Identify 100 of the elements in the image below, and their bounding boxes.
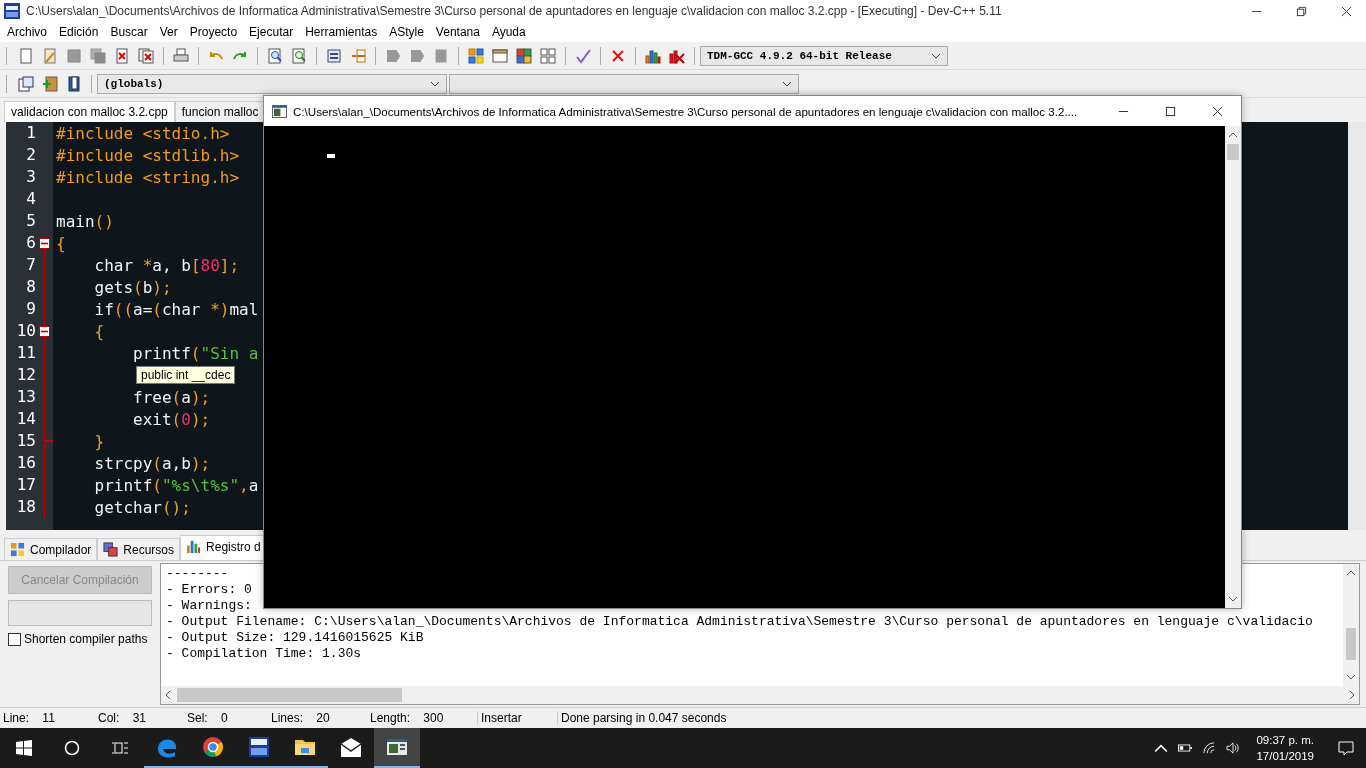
caret-icon [931, 52, 941, 59]
status-field: Col: 31 [95, 711, 184, 725]
log-line: - Warnings: [166, 598, 252, 614]
code-line: printf("%s\t%s",a [93, 475, 259, 495]
menu-item[interactable]: Edición [54, 25, 104, 39]
close-icon[interactable] [1341, 5, 1352, 17]
line-number: 9 [25, 298, 36, 320]
line-number: 16 [15, 452, 36, 474]
line-number: 4 [25, 188, 36, 210]
status-field: Sel: 0 [184, 711, 268, 725]
close-icon[interactable] [1212, 105, 1223, 117]
bar-chart-icon [186, 539, 202, 554]
code-line: char *a, b[80]; [93, 255, 240, 275]
code-line: gets(b); [93, 277, 172, 297]
caret-icon [782, 80, 792, 87]
line-number: 18 [15, 496, 36, 518]
status-field: Length: 300 [367, 711, 477, 725]
horizontal-scrollbar[interactable] [161, 686, 1359, 704]
code-line: strcpy(a,b); [93, 453, 211, 473]
app-logo-icon [4, 3, 20, 19]
line-number: 11 [15, 342, 36, 364]
menu-item[interactable]: Proyecto [184, 25, 243, 39]
console-title: C:\Users\alan_\Documents\Archivos de Informatica Administrativa\Semestre 3\Curso personal de apuntadores en lenguaje c\validacion con malloc 3.2.... [293, 104, 1078, 118]
vertical-scrollbar[interactable] [1225, 126, 1241, 608]
text-cursor [327, 154, 335, 158]
scroll-thumb[interactable] [1227, 144, 1239, 160]
checkbox[interactable] [8, 632, 21, 646]
window-icon[interactable] [16, 73, 36, 94]
line-number: 10 [15, 320, 36, 342]
wifi-icon[interactable] [1202, 742, 1217, 754]
menu-item[interactable]: AStyle [384, 25, 429, 39]
code-line: main() [55, 211, 114, 231]
line-number: 17 [15, 474, 36, 496]
log-line: - Compilation Time: 1.30s [166, 646, 362, 662]
line-number: 8 [25, 276, 36, 298]
chevron-up-icon[interactable] [1154, 742, 1169, 754]
status-field: Lines: 20 [268, 711, 367, 725]
code-line: exit(0); [132, 409, 211, 429]
line-number: 5 [25, 210, 36, 232]
line-number: 14 [15, 408, 36, 430]
arrow-up-icon[interactable] [1346, 570, 1356, 576]
line-number: 13 [15, 386, 36, 408]
arrow-up-icon[interactable] [1228, 132, 1238, 138]
vertical-scrollbar[interactable] [1348, 122, 1366, 530]
menu-item[interactable]: Ejecutar [244, 25, 299, 39]
collapse-icon[interactable] [39, 237, 50, 249]
grid-icon[interactable] [466, 45, 486, 66]
menu-item[interactable]: Ver [154, 25, 183, 39]
code-line: } [93, 431, 105, 451]
log-line: - Errors: 0 [166, 582, 252, 598]
envelope-icon [339, 736, 363, 760]
scope-dropdown[interactable]: (globals) [97, 73, 447, 94]
app-icon [247, 735, 271, 759]
menu-item[interactable]: Archivo [2, 25, 52, 39]
vertical-scrollbar[interactable] [1343, 564, 1359, 686]
line-number: 1 [25, 122, 36, 144]
window-icon[interactable] [514, 45, 534, 66]
log-line: -------- [166, 566, 229, 582]
clock-time[interactable]: 09:37 p. m. [1256, 732, 1314, 748]
menu-item[interactable]: Ventana [430, 25, 485, 39]
menu-item[interactable]: Herramientas [300, 25, 383, 39]
code-line: { [93, 321, 105, 341]
symbol-dropdown[interactable] [449, 73, 799, 94]
arrow-down-icon[interactable] [1346, 674, 1356, 680]
caret-icon [430, 80, 440, 87]
scroll-thumb[interactable] [177, 688, 402, 702]
close-all-icon[interactable] [136, 45, 156, 66]
restore-icon[interactable] [1296, 5, 1307, 17]
checkbox-label: Shorten compiler paths [24, 632, 148, 646]
menu-item[interactable]: Ayuda [486, 25, 531, 39]
taskbar-app-button[interactable] [374, 728, 420, 768]
clock-date[interactable]: 17/01/2019 [1256, 748, 1314, 764]
scroll-thumb[interactable] [1346, 628, 1356, 660]
battery-icon[interactable] [1178, 742, 1193, 754]
grid-icon [10, 542, 25, 557]
arrow-left-icon[interactable] [165, 690, 171, 700]
add-icon[interactable] [40, 73, 60, 94]
grid-icon[interactable] [538, 45, 558, 66]
code-line: { [55, 233, 66, 253]
log-line: - Output Size: 129.1416015625 KiB [166, 630, 424, 646]
arrow-down-icon[interactable] [1228, 596, 1238, 602]
status-field: Line: 11 [0, 711, 95, 725]
line-number: 7 [25, 254, 36, 276]
code-line: printf("Sin a [132, 343, 259, 363]
editor-tab[interactable]: validacion con malloc 3.2.cpp [4, 101, 175, 122]
arrow-right-icon[interactable] [1349, 690, 1355, 700]
menu-item[interactable]: Buscar [105, 25, 153, 39]
edit-mode: Insertar [477, 711, 557, 725]
save-all-icon[interactable] [88, 45, 108, 66]
round-browser-icon [201, 735, 225, 759]
editor-tab[interactable]: funcion malloc [174, 101, 266, 122]
speaker-icon[interactable] [1226, 742, 1241, 754]
code-line: getchar(); [93, 497, 191, 517]
collapse-icon[interactable] [39, 325, 50, 337]
log-line: - Output Filename: C:\Users\alan_\Documents\Archivos de Informatica Administrativa\Semestre 3\Curso personal de apuntadores en lenguaje c\validacio [166, 614, 1313, 630]
code-line: #include <stdlib.h> [55, 145, 240, 165]
line-number: 6 [25, 232, 36, 254]
maximize-icon[interactable] [1165, 105, 1176, 117]
line-number: 12 [15, 364, 36, 386]
compiler-dropdown[interactable]: TDM-GCC 4.9.2 64-bit Release [700, 45, 948, 66]
